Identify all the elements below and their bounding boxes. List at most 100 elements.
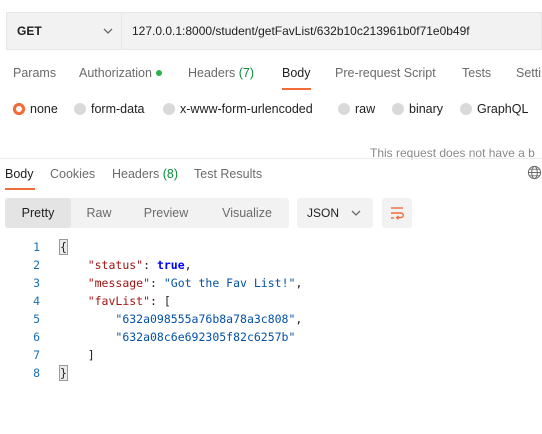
radio-none-label: none — [30, 102, 58, 116]
code-line: 3 "message": "Got the Fav List!", — [0, 276, 542, 294]
code-token: , — [184, 258, 192, 272]
view-raw-button[interactable]: Raw — [71, 198, 127, 228]
status-dot — [155, 69, 162, 76]
radio-urlencoded[interactable]: x-www-form-urlencoded — [163, 102, 313, 116]
view-visualize-button[interactable]: Visualize — [205, 198, 289, 228]
code-line: 5 "632a098555a76b8a78a3c808", — [0, 312, 542, 330]
code-text: ] — [60, 348, 95, 362]
code-token: "632a098555a76b8a78a3c808" — [115, 312, 296, 326]
tab-headers-label: Headers — [188, 66, 236, 80]
radio-icon — [74, 103, 86, 115]
chevron-down-icon — [351, 210, 361, 216]
tab-authorization[interactable]: Authorization — [79, 66, 162, 80]
format-label: JSON — [307, 206, 340, 220]
code-text: "status": true, — [60, 258, 192, 272]
view-pretty-label: Pretty — [21, 206, 55, 220]
view-visualize-label: Visualize — [222, 206, 272, 220]
code-line: 4 "favList": [ — [0, 294, 542, 312]
tab-settings[interactable]: Setti — [516, 66, 541, 80]
tab-headers-count: (7) — [238, 66, 255, 80]
radio-none[interactable]: none — [13, 102, 58, 116]
response-tab-cookies[interactable]: Cookies — [50, 167, 95, 181]
code-line: 2 "status": true, — [0, 258, 542, 276]
tab-pre-request-label: Pre-request Script — [335, 66, 436, 80]
radio-raw-label: raw — [355, 102, 376, 116]
wrap-lines-button[interactable] — [382, 198, 412, 228]
radio-icon — [392, 103, 404, 115]
response-tab-headers[interactable]: Headers (8) — [112, 167, 178, 181]
format-select[interactable]: JSON — [297, 198, 373, 228]
code-token: "favList" — [87, 294, 151, 308]
view-raw-label: Raw — [86, 206, 112, 220]
chevron-down-icon — [103, 28, 113, 34]
tab-tests[interactable]: Tests — [462, 66, 491, 80]
code-line: 6 "632a08c6e692305f82c6257b" — [0, 330, 542, 348]
code-line: 7 ] — [0, 348, 542, 366]
line-number: 8 — [33, 366, 40, 380]
radio-icon — [338, 103, 350, 115]
response-tab-test-results[interactable]: Test Results — [194, 167, 262, 181]
radio-form-data-label: form-data — [91, 102, 145, 116]
response-tabs: Body Cookies Headers (8) Test Results — [0, 164, 542, 190]
code-token: true — [156, 258, 185, 272]
code-text: } — [59, 365, 68, 381]
code-text: "632a08c6e692305f82c6257b" — [60, 330, 295, 344]
radio-icon — [460, 103, 472, 115]
active-response-tab-indicator — [5, 188, 35, 190]
code-text: "632a098555a76b8a78a3c808", — [60, 312, 302, 326]
view-preview-button[interactable]: Preview — [129, 198, 203, 228]
view-pretty-button[interactable]: Pretty — [5, 198, 71, 228]
radio-binary[interactable]: binary — [392, 102, 443, 116]
code-token: } — [59, 365, 68, 381]
response-tab-body[interactable]: Body — [5, 167, 34, 181]
code-token: { — [59, 239, 68, 255]
view-preview-label: Preview — [143, 206, 189, 220]
radio-graphql[interactable]: GraphQL — [460, 102, 528, 116]
response-tab-cookies-label: Cookies — [50, 167, 96, 181]
code-token: "message" — [87, 276, 151, 290]
line-number: 7 — [33, 348, 40, 362]
method-select[interactable]: GET — [6, 12, 121, 50]
radio-icon — [163, 103, 175, 115]
tab-headers[interactable]: Headers (7) — [188, 66, 254, 80]
code-token: : [ — [150, 294, 171, 308]
code-token: : — [143, 258, 157, 272]
radio-form-data[interactable]: form-data — [74, 102, 145, 116]
tab-pre-request-script[interactable]: Pre-request Script — [335, 66, 436, 80]
code-token: "632a08c6e692305f82c6257b" — [115, 330, 296, 344]
radio-raw[interactable]: raw — [338, 102, 375, 116]
tab-authorization-label: Authorization — [79, 66, 152, 80]
radio-graphql-label: GraphQL — [477, 102, 529, 116]
code-line: 1{ — [0, 239, 542, 258]
code-text: { — [59, 239, 68, 255]
wrap-lines-icon — [391, 207, 404, 220]
tab-settings-label: Setti — [516, 66, 542, 80]
line-number: 3 — [33, 276, 40, 290]
code-token: "Got the Fav List!" — [163, 276, 296, 290]
active-tab-indicator — [282, 88, 311, 90]
tab-tests-label: Tests — [462, 66, 492, 80]
response-headers-count: (8) — [162, 167, 179, 181]
line-number: 4 — [33, 294, 40, 308]
response-tab-headers-label: Headers — [112, 167, 160, 181]
url-input[interactable]: 127.0.0.1:8000/student/getFavList/632b10… — [121, 12, 542, 50]
tab-params[interactable]: Params — [13, 66, 56, 80]
code-text: "message": "Got the Fav List!", — [60, 276, 303, 290]
code-token: "status" — [87, 258, 144, 272]
line-number: 6 — [33, 330, 40, 344]
line-number: 2 — [33, 258, 40, 272]
section-divider — [0, 158, 542, 159]
tab-body[interactable]: Body — [282, 66, 311, 80]
code-token: , — [295, 276, 303, 290]
method-label: GET — [17, 24, 42, 38]
request-tabs: Params Authorization Headers (7) Body Pr… — [0, 62, 542, 90]
globe-icon[interactable] — [527, 165, 542, 180]
code-text: "favList": [ — [60, 294, 171, 308]
radio-urlencoded-label: x-www-form-urlencoded — [180, 102, 313, 116]
view-mode-toolbar: Pretty Raw Preview Visualize — [5, 198, 289, 228]
line-number: 5 — [33, 312, 40, 326]
